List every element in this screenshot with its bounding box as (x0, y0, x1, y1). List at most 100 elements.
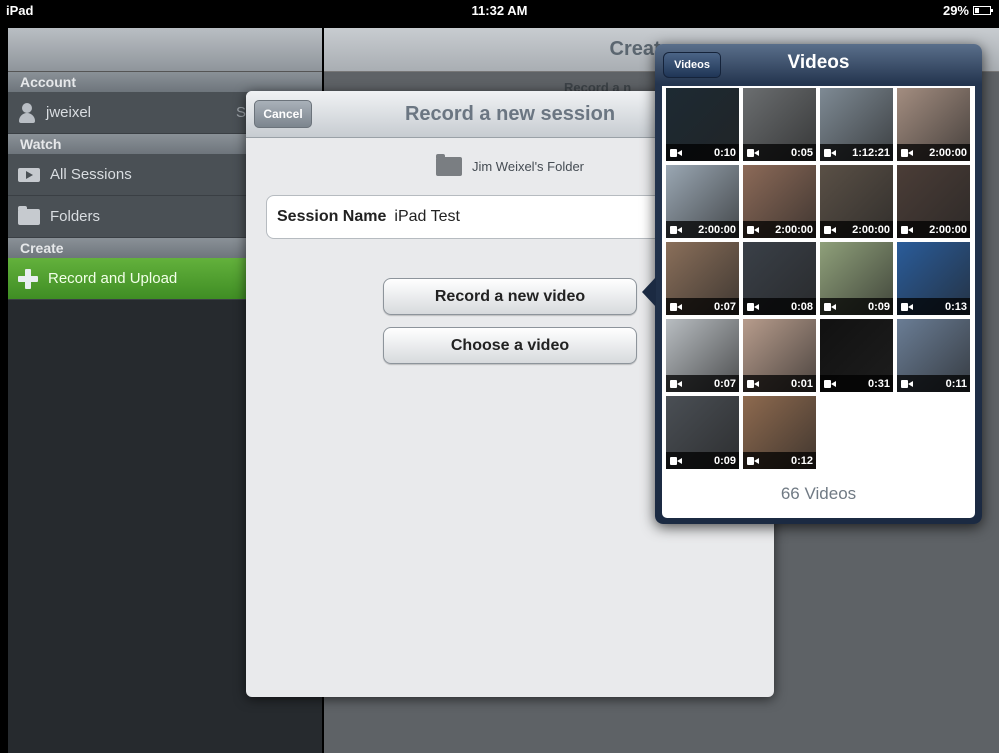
video-thumbnail[interactable]: 0:31 (820, 319, 893, 392)
video-thumbnail[interactable]: 0:12 (743, 396, 816, 469)
video-duration: 2:00:00 (698, 223, 736, 236)
session-name-value[interactable]: iPad Test (394, 208, 460, 226)
video-thumbnail[interactable]: 0:11 (897, 319, 970, 392)
video-camera-icon (901, 379, 913, 388)
video-duration: 0:12 (790, 454, 813, 467)
video-thumbnail[interactable]: 0:13 (897, 242, 970, 315)
video-duration: 2:00:00 (929, 146, 967, 159)
video-camera-icon (824, 225, 836, 234)
session-name-field[interactable]: Session Name iPad Test (266, 195, 706, 239)
video-thumbnail[interactable]: 1:12:21 (820, 88, 893, 161)
video-duration: 0:08 (790, 300, 813, 313)
video-duration: 2:00:00 (852, 223, 890, 236)
video-count: 66 Videos (780, 484, 857, 503)
duration-bar: 0:09 (666, 452, 739, 469)
video-duration: 2:00:00 (775, 223, 813, 236)
video-thumbnail[interactable]: 2:00:00 (897, 165, 970, 238)
video-camera-icon (824, 148, 836, 157)
video-camera-icon (901, 302, 913, 311)
folder-name: Jim Weixel's Folder (471, 159, 585, 174)
duration-bar: 0:05 (743, 144, 816, 161)
duration-bar: 0:13 (897, 298, 970, 315)
video-duration: 0:10 (713, 146, 736, 159)
video-duration: 0:01 (790, 377, 813, 390)
duration-bar: 1:12:21 (820, 144, 893, 161)
choose-video-button[interactable]: Choose a video (383, 327, 637, 364)
duration-bar: 2:00:00 (820, 221, 893, 238)
play-icon (18, 167, 40, 182)
video-thumbnail[interactable]: 0:08 (743, 242, 816, 315)
video-camera-icon (670, 148, 682, 157)
user-icon (18, 102, 36, 123)
video-thumbnail[interactable]: 0:09 (666, 396, 739, 469)
video-camera-icon (901, 225, 913, 234)
video-camera-icon (747, 379, 759, 388)
status-bar: iPad 11:32 AM 29% (0, 0, 999, 20)
duration-bar: 2:00:00 (897, 221, 970, 238)
duration-bar: 2:00:00 (666, 221, 739, 238)
user-extra: S (235, 104, 246, 121)
video-duration: 0:09 (867, 300, 890, 313)
video-thumbnail[interactable]: 0:01 (743, 319, 816, 392)
user-name: jweixel (46, 104, 92, 121)
sidebar-item-label: All Sessions (50, 166, 132, 183)
video-camera-icon (747, 456, 759, 465)
video-thumbnail[interactable]: 2:00:00 (897, 88, 970, 161)
video-thumbnail[interactable]: 0:07 (666, 319, 739, 392)
duration-bar: 0:31 (820, 375, 893, 392)
duration-bar: 0:01 (743, 375, 816, 392)
video-duration: 1:12:21 (852, 146, 890, 159)
folder-icon (435, 154, 462, 176)
video-thumbnail[interactable]: 0:09 (820, 242, 893, 315)
videos-popover: Videos Videos 0:10 0:05 1:12:21 2:00:00 2:00… (642, 44, 982, 524)
video-camera-icon (670, 302, 682, 311)
video-camera-icon (824, 302, 836, 311)
video-camera-icon (747, 302, 759, 311)
duration-bar: 0:09 (820, 298, 893, 315)
video-duration: 0:07 (713, 377, 736, 390)
video-duration: 0:07 (713, 300, 736, 313)
video-camera-icon (747, 148, 759, 157)
video-duration: 0:09 (713, 454, 736, 467)
battery-percent: 29% (942, 3, 969, 18)
video-camera-icon (670, 456, 682, 465)
video-camera-icon (747, 225, 759, 234)
sidebar-top-bar (8, 28, 322, 72)
video-thumbnail[interactable]: 2:00:00 (666, 165, 739, 238)
popover-header: Videos Videos (655, 44, 982, 84)
popover-title: Videos (787, 52, 850, 73)
duration-bar: 0:07 (666, 298, 739, 315)
video-duration: 0:11 (945, 377, 967, 390)
session-name-label: Session Name (277, 208, 387, 225)
sidebar-item-label: Folders (50, 208, 101, 225)
record-video-button[interactable]: Record a new video (383, 278, 637, 315)
video-camera-icon (901, 148, 913, 157)
duration-bar: 2:00:00 (743, 221, 816, 238)
video-duration: 0:31 (867, 377, 890, 390)
sidebar-item-label: Record and Upload (48, 270, 178, 287)
video-thumbnail[interactable]: 0:05 (743, 88, 816, 161)
duration-bar: 2:00:00 (897, 144, 970, 161)
clock: 11:32 AM (471, 3, 528, 18)
duration-bar: 0:11 (897, 375, 970, 392)
plus-icon (18, 268, 38, 289)
video-grid: 0:10 0:05 1:12:21 2:00:00 2:00:00 2:00:00 2:00… (666, 88, 974, 469)
duration-bar: 0:12 (743, 452, 816, 469)
video-thumbnail[interactable]: 0:10 (666, 88, 739, 161)
video-duration: 0:05 (790, 146, 813, 159)
popover-content: 0:10 0:05 1:12:21 2:00:00 2:00:00 2:00:00 2:00… (662, 86, 975, 518)
duration-bar: 0:08 (743, 298, 816, 315)
duration-bar: 0:10 (666, 144, 739, 161)
cancel-button[interactable]: Cancel (254, 100, 312, 128)
video-duration: 0:13 (944, 300, 967, 313)
popover-arrow (642, 277, 656, 307)
section-header-account: Account (8, 72, 322, 92)
folder-icon (18, 205, 40, 225)
battery-status: 29% (942, 3, 993, 18)
video-duration: 2:00:00 (929, 223, 967, 236)
video-thumbnail[interactable]: 0:07 (666, 242, 739, 315)
video-camera-icon (670, 379, 682, 388)
video-thumbnail[interactable]: 2:00:00 (820, 165, 893, 238)
video-camera-icon (824, 379, 836, 388)
video-thumbnail[interactable]: 2:00:00 (743, 165, 816, 238)
